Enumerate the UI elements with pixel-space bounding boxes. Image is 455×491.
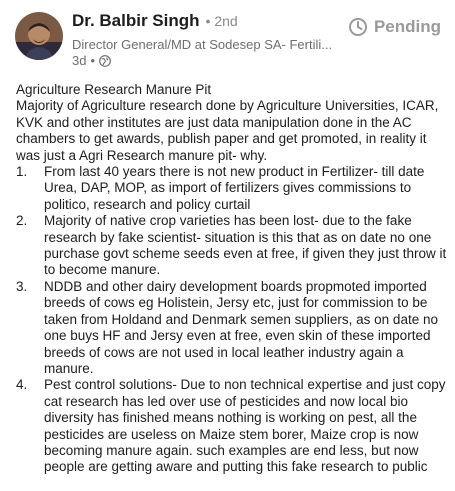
author-name[interactable]: Dr. Balbir Singh [72, 11, 200, 31]
list-item-number: 3. [16, 278, 28, 294]
author-headline: Director General/MD at Sodesep SA- Ferti… [72, 37, 333, 52]
post-intro: Majority of Agriculture research done by… [16, 98, 443, 163]
post-body: Agriculture Research Manure Pit Majority… [16, 82, 448, 476]
list-item-text: Pest control solutions- Due to non techn… [44, 377, 446, 475]
post-title: Agriculture Research Manure Pit [16, 82, 212, 97]
avatar[interactable] [15, 12, 63, 60]
list-item: 4. Pest control solutions- Due to non te… [16, 377, 448, 475]
connection-degree: • 2nd [205, 13, 238, 29]
pending-status: Pending [348, 17, 441, 37]
list-item: 2. Majority of native crop varieties has… [16, 213, 448, 279]
meta-separator: • [90, 53, 96, 68]
pending-label: Pending [373, 17, 441, 36]
list-item-text: NDDB and other dairy development boards … [44, 278, 438, 376]
list-item: 1. From last 40 years there is not new p… [16, 164, 448, 213]
globe-icon [99, 54, 111, 67]
post-meta: 3d • [72, 53, 111, 68]
list-item-number: 4. [16, 377, 28, 393]
list-item-text: Majority of native crop varieties has be… [44, 213, 447, 278]
list-item-number: 2. [16, 213, 28, 229]
author-name-row: Dr. Balbir Singh • 2nd [72, 11, 238, 31]
clock-icon [348, 17, 368, 37]
list-item-text: From last 40 years there is not new prod… [44, 164, 425, 212]
post-time: 3d [72, 53, 87, 68]
list-item-number: 1. [16, 164, 28, 180]
post-card: Dr. Balbir Singh • 2nd Director General/… [0, 0, 455, 491]
list-item: 3. NDDB and other dairy development boar… [16, 279, 448, 377]
